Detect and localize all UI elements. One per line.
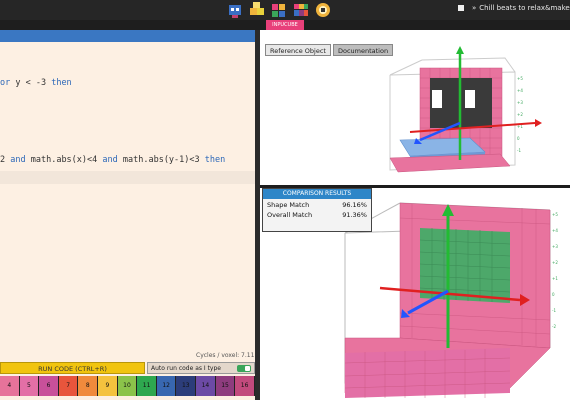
palette-swatch[interactable]: 8	[78, 376, 99, 396]
svg-text:+2: +2	[552, 260, 558, 265]
svg-text:+4: +4	[552, 228, 558, 233]
tab-reference-object[interactable]: Reference Object	[265, 44, 331, 56]
palette-swatch[interactable]: 12	[156, 376, 177, 396]
top-icon-bar	[226, 0, 332, 20]
editor-header	[0, 30, 255, 42]
code-token: 2	[0, 155, 11, 165]
svg-text:+5: +5	[552, 212, 558, 217]
color-palette: 4 5 6 7 8 9 10 11 12 13 14 15 16	[0, 376, 255, 396]
shape-match-row: Shape Match 96.16%	[263, 199, 371, 209]
svg-text:+2: +2	[517, 112, 523, 117]
now-playing[interactable]: »Chill beats to relax&make cub	[458, 4, 570, 12]
overall-match-label: Overall Match	[267, 211, 313, 219]
code-line[interactable]: or y < -3 then	[0, 78, 72, 88]
svg-text:+5: +5	[517, 76, 523, 81]
palette-swatch[interactable]: 11	[137, 376, 157, 396]
palette-swatch[interactable]: 15	[215, 376, 236, 396]
palette-swatch[interactable]: 14	[196, 376, 216, 396]
palette-swatch[interactable]: 7	[58, 376, 79, 396]
run-code-button[interactable]: RUN CODE (CTRL+R)	[0, 362, 145, 374]
svg-text:+1: +1	[552, 276, 558, 281]
fast-forward-icon: »	[472, 4, 477, 12]
stop-icon[interactable]	[458, 5, 464, 11]
code-token: math.abs(y-1)<3	[122, 155, 205, 165]
svg-text:-2: -2	[552, 324, 556, 329]
reference-tabs: Reference Object Documentation	[265, 44, 394, 56]
code-token: then	[204, 155, 226, 165]
palette-swatch[interactable]: 10	[117, 376, 138, 396]
tab-documentation[interactable]: Documentation	[332, 44, 394, 56]
auto-run-toggle[interactable]	[237, 365, 251, 372]
svg-text:-1: -1	[517, 148, 521, 153]
code-token: < -3	[20, 78, 52, 88]
svg-text:+4: +4	[517, 88, 523, 93]
code-token: and	[102, 155, 123, 165]
palette-swatch[interactable]: 6	[39, 376, 59, 396]
code-token: and	[10, 155, 31, 165]
playtest-version-label: Playtest Version	[520, 380, 570, 388]
svg-text:+3: +3	[517, 100, 523, 105]
robot-icon[interactable]	[226, 2, 244, 19]
palette-swatch[interactable]: 5	[19, 376, 40, 396]
comparison-title: COMPARISON RESULTS	[263, 189, 371, 199]
code-token: then	[51, 78, 72, 88]
puzzle-icon[interactable]	[270, 2, 288, 19]
overall-match-row: Overall Match 91.36%	[263, 209, 371, 219]
code-token: or	[0, 78, 16, 88]
code-editor[interactable]: or y < -3 then 2 and math.abs(x)<4 and m…	[0, 42, 255, 350]
overall-match-value: 91.36%	[342, 211, 367, 219]
app-root: »Chill beats to relax&make cub INPUCUBE …	[0, 0, 570, 400]
auto-run-label: Auto run code as I type	[151, 365, 221, 372]
cycles-label: Cycles / voxel: 7.11	[196, 352, 255, 359]
svg-text:+3: +3	[552, 244, 558, 249]
now-playing-text: Chill beats to relax&make cub	[479, 4, 570, 12]
top-bar: »Chill beats to relax&make cub	[0, 0, 570, 20]
code-token: math.abs(x)<4	[30, 155, 103, 165]
tab-input-cube[interactable]: INPUCUBE	[266, 20, 304, 30]
blocks-icon[interactable]	[292, 2, 310, 19]
svg-text:-1: -1	[552, 308, 556, 313]
palette-swatch[interactable]: 13	[176, 376, 197, 396]
cubes-icon[interactable]	[248, 1, 266, 19]
shape-match-label: Shape Match	[267, 201, 310, 209]
trophy-icon[interactable]	[314, 2, 332, 19]
current-line-highlight	[0, 171, 255, 184]
auto-run-toggle-row[interactable]: Auto run code as I type	[147, 362, 255, 374]
palette-swatch[interactable]: 9	[98, 376, 118, 396]
comparison-results: COMPARISON RESULTS Shape Match 96.16% Ov…	[262, 188, 372, 232]
palette-swatch[interactable]: 4	[0, 376, 20, 396]
code-line[interactable]: 2 and math.abs(x)<4 and math.abs(y-1)<3 …	[0, 155, 225, 165]
shape-match-value: 96.16%	[342, 201, 367, 209]
palette-swatch[interactable]: 16	[235, 376, 255, 396]
